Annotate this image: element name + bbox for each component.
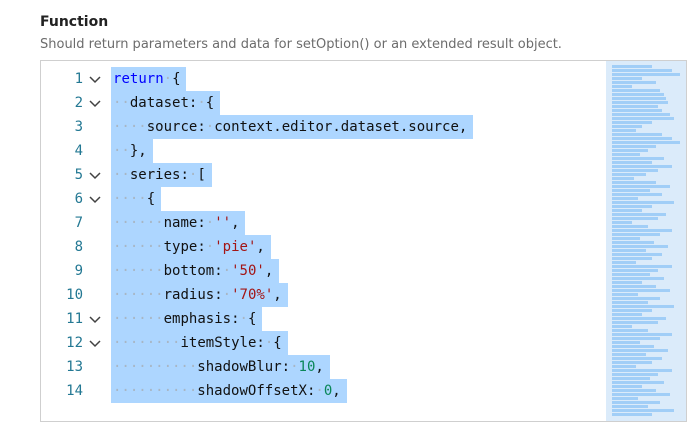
function-label: Function: [40, 14, 109, 30]
code-line[interactable]: 8 ······type:·'pie',: [41, 235, 601, 259]
line-number: 12: [66, 335, 83, 351]
code-text[interactable]: ······type:·'pie',: [113, 235, 265, 259]
code-text[interactable]: ······bottom:·'50',: [113, 259, 273, 283]
code-line[interactable]: 4 ··},: [41, 139, 601, 163]
line-number: 9: [74, 263, 83, 279]
line-number: 13: [66, 359, 83, 375]
minimap[interactable]: [606, 61, 686, 421]
code-text[interactable]: ······emphasis:·{: [113, 307, 256, 331]
code-line[interactable]: 14 ··········shadowOffsetX:·0,: [41, 379, 601, 403]
fold-chevron-icon[interactable]: [87, 71, 103, 87]
line-number: 2: [74, 95, 83, 111]
line-number: 5: [74, 167, 83, 183]
fold-chevron-icon[interactable]: [87, 335, 103, 351]
line-number: 3: [74, 119, 83, 135]
code-line[interactable]: 1 return·{: [41, 67, 601, 91]
line-number: 7: [74, 215, 83, 231]
fold-chevron-icon[interactable]: [87, 191, 103, 207]
code-text[interactable]: ····source:·context.editor.dataset.sourc…: [113, 115, 467, 139]
code-line[interactable]: 12 ········itemStyle:·{: [41, 331, 601, 355]
code-line[interactable]: 7 ······name:·'',: [41, 211, 601, 235]
fold-chevron-icon[interactable]: [87, 311, 103, 327]
code-editor[interactable]: 1 return·{ 2 ··dataset:·{ 3 ····source:·conte…: [40, 60, 687, 422]
code-text[interactable]: ··series:·[: [113, 163, 206, 187]
code-line[interactable]: 3 ····source:·context.editor.dataset.sour…: [41, 115, 601, 139]
line-number: 10: [66, 287, 83, 303]
code-text[interactable]: ········itemStyle:·{: [113, 331, 282, 355]
fold-chevron-icon[interactable]: [87, 167, 103, 183]
line-number: 6: [74, 191, 83, 207]
line-number: 1: [74, 71, 83, 87]
code-text[interactable]: ······radius:·'70%',: [113, 283, 282, 307]
code-line[interactable]: 6 ····{: [41, 187, 601, 211]
code-text[interactable]: ··········shadowBlur:·10,: [113, 355, 324, 379]
code-line[interactable]: 10 ······radius:·'70%',: [41, 283, 601, 307]
line-number: 8: [74, 239, 83, 255]
code-line[interactable]: 13 ··········shadowBlur:·10,: [41, 355, 601, 379]
code-line[interactable]: 11 ······emphasis:·{: [41, 307, 601, 331]
code-line[interactable]: 2 ··dataset:·{: [41, 91, 601, 115]
line-number: 14: [66, 383, 83, 399]
code-line[interactable]: 5 ··series:·[: [41, 163, 601, 187]
code-text[interactable]: ··········shadowOffsetX:·0,: [113, 379, 341, 403]
fold-chevron-icon[interactable]: [87, 95, 103, 111]
code-text[interactable]: ······name:·'',: [113, 211, 240, 235]
code-text[interactable]: return·{: [113, 67, 181, 91]
code-text[interactable]: ··},: [113, 139, 147, 163]
code-line[interactable]: 9 ······bottom:·'50',: [41, 259, 601, 283]
line-number: 11: [66, 311, 83, 327]
line-number: 4: [74, 143, 83, 159]
minimap-slider[interactable]: [606, 61, 686, 421]
code-text[interactable]: ··dataset:·{: [113, 91, 214, 115]
code-text[interactable]: ····{: [113, 187, 155, 211]
function-description: Should return parameters and data for se…: [40, 37, 562, 52]
